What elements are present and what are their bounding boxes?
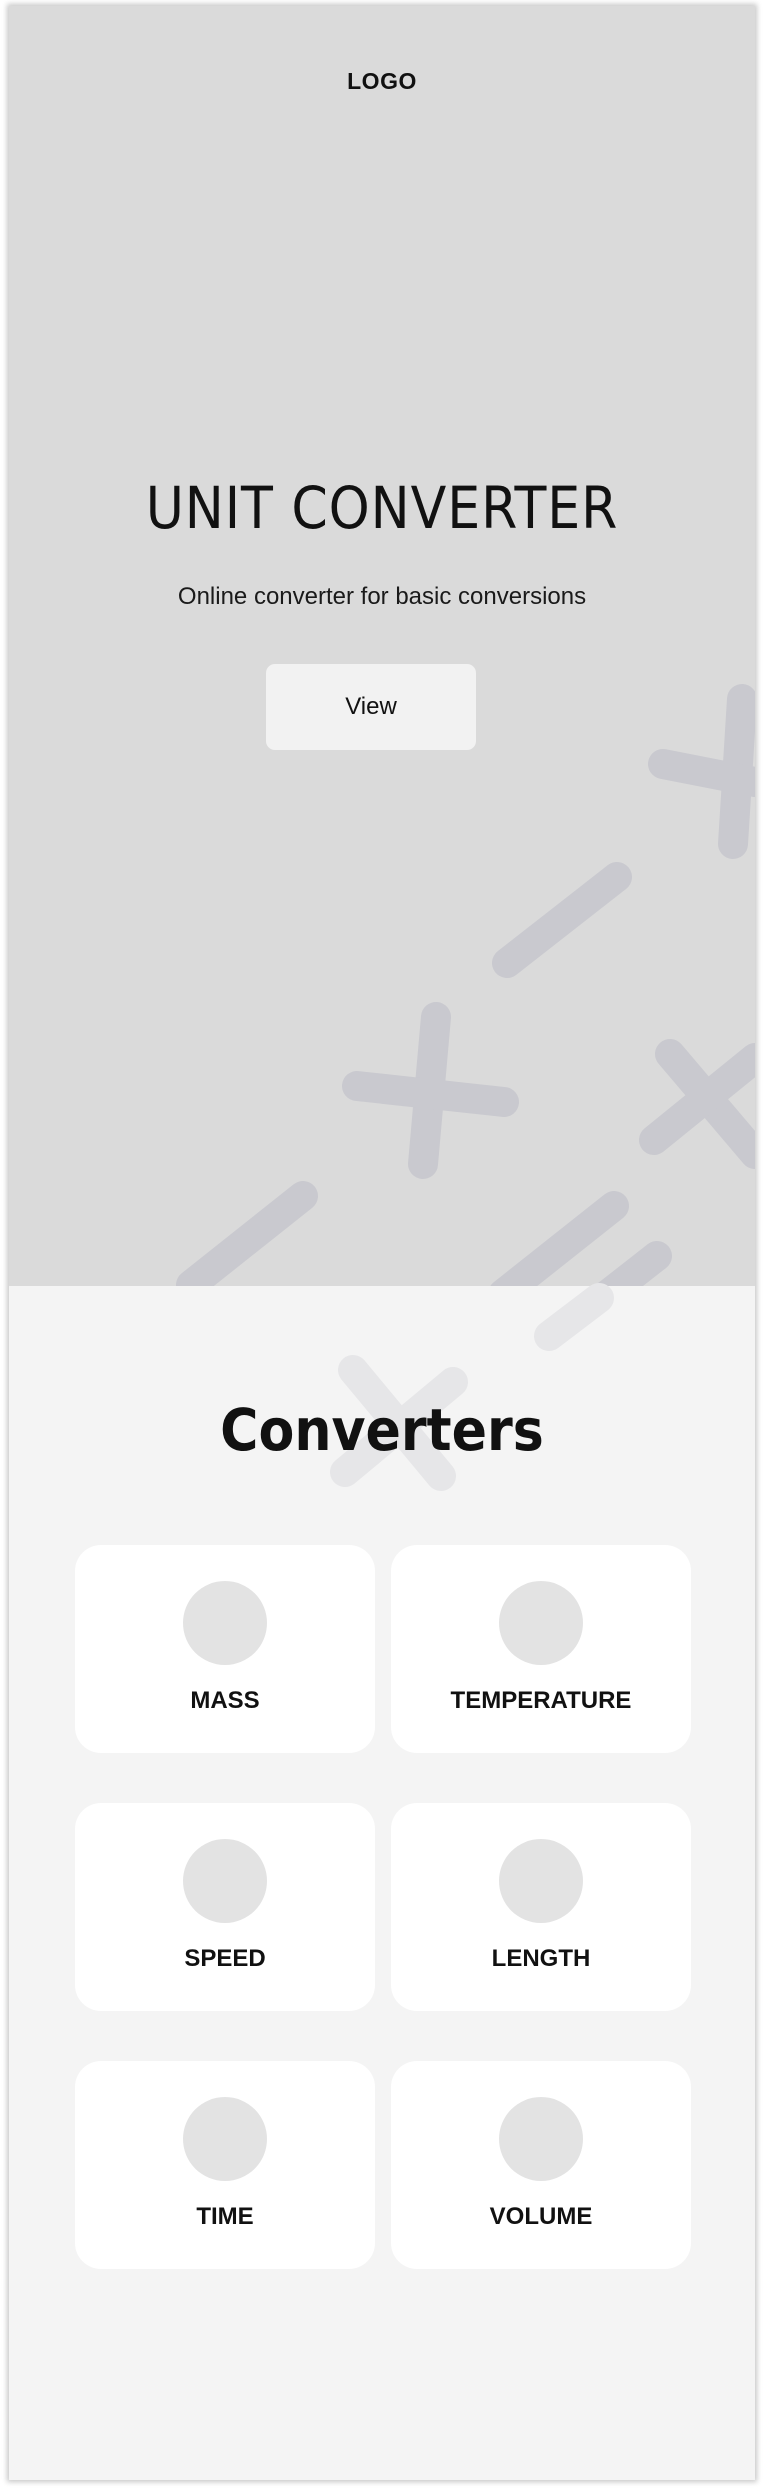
view-button[interactable]: View <box>266 664 476 750</box>
volume-icon <box>499 2097 583 2181</box>
equals-decoration <box>534 1283 614 1351</box>
mass-icon <box>183 1581 267 1665</box>
times-decoration <box>639 1039 755 1169</box>
math-symbols-decoration <box>176 684 755 1286</box>
plus-decoration <box>648 684 755 859</box>
converter-card-length[interactable]: LENGTH <box>391 1803 691 2011</box>
converter-card-label: LENGTH <box>491 1945 591 1972</box>
logo[interactable]: LOGO <box>9 68 755 95</box>
converter-card-speed[interactable]: SPEED <box>75 1803 375 2011</box>
time-icon <box>183 2097 267 2181</box>
equals-decoration <box>490 1191 672 1286</box>
converter-card-label: SPEED <box>184 1945 266 1972</box>
length-icon <box>499 1839 583 1923</box>
converter-card-label: TIME <box>196 2203 254 2230</box>
speed-icon <box>183 1839 267 1923</box>
minus-decoration <box>492 862 632 978</box>
plus-decoration <box>342 1002 519 1179</box>
hero-section: LOGO UNIT CONVERTER Online converter for… <box>9 6 755 1286</box>
converter-card-volume[interactable]: VOLUME <box>391 2061 691 2269</box>
minus-decoration <box>176 1181 318 1286</box>
converter-card-label: VOLUME <box>489 2203 593 2230</box>
converter-card-temperature[interactable]: TEMPERATURE <box>391 1545 691 1753</box>
converter-card-label: MASS <box>190 1687 260 1714</box>
page-frame: LOGO UNIT CONVERTER Online converter for… <box>9 6 755 2480</box>
converters-title: Converters <box>220 1396 544 1464</box>
hero-subtitle: Online converter for basic conversions <box>177 583 587 610</box>
hero-title: UNIT CONVERTER <box>145 474 619 542</box>
converter-card-mass[interactable]: MASS <box>75 1545 375 1753</box>
temperature-icon <box>499 1581 583 1665</box>
converter-card-time[interactable]: TIME <box>75 2061 375 2269</box>
converter-card-label: TEMPERATURE <box>450 1687 632 1714</box>
